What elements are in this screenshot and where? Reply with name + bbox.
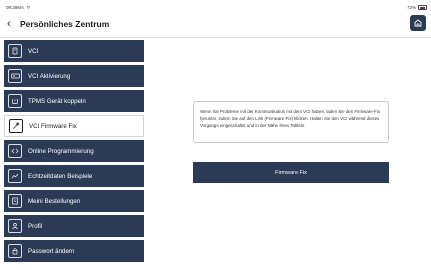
- home-button[interactable]: [410, 15, 426, 31]
- sidebar-item-label: Echtzeitdaten Beispiele: [28, 172, 93, 180]
- sidebar-item-label: Online Programmierung: [28, 147, 94, 155]
- sidebar-item-label: Meini Bestellungen: [28, 197, 81, 205]
- firmware-fix-button[interactable]: Firmware Fix: [193, 162, 389, 183]
- header: ‹ Persönliches Zentrum: [0, 14, 431, 36]
- firmware-info-box: Wenn Sie Probleme mit der Kommunikation …: [193, 101, 389, 143]
- sidebar-item-label: VCI Firmware Fix: [29, 122, 77, 130]
- sidebar-item-profile[interactable]: Profil: [4, 215, 144, 237]
- battery-percentage: 72%: [406, 5, 416, 10]
- sidebar-item-label: Profil: [28, 222, 43, 230]
- sidebar: VCI VCI Aktivierung TPMS Gerät koppeln V…: [4, 40, 144, 265]
- lock-icon: [8, 244, 22, 258]
- tpms-icon: [8, 94, 22, 108]
- vci-device-icon: [8, 44, 22, 58]
- sidebar-item-label: Passwort ändern: [28, 247, 75, 255]
- wifi-icon: ▿: [27, 4, 31, 11]
- sidebar-item-tpms[interactable]: TPMS Gerät koppeln: [4, 90, 144, 112]
- home-icon: [414, 19, 422, 27]
- battery-icon: [418, 5, 427, 10]
- header-divider: [0, 37, 431, 38]
- user-icon: [8, 219, 22, 233]
- sidebar-item-firmware-fix[interactable]: VCI Firmware Fix: [4, 115, 144, 137]
- page-title: Persönliches Zentrum: [20, 19, 110, 29]
- status-bar: 09:39MA ▿ 72%: [0, 0, 431, 14]
- firmware-info-text: Wenn Sie Probleme mit der Kommunikation …: [200, 109, 381, 129]
- orders-icon: [8, 194, 22, 208]
- sidebar-item-label: TPMS Gerät koppeln: [28, 97, 86, 105]
- chart-icon: [8, 169, 22, 183]
- sidebar-item-label: VCI Aktivierung: [28, 72, 71, 80]
- sidebar-item-realtime-data[interactable]: Echtzeitdaten Beispiele: [4, 165, 144, 187]
- sidebar-item-vci[interactable]: VCI: [4, 40, 144, 62]
- wrench-icon: [9, 119, 23, 133]
- status-time: 09:39MA: [6, 5, 25, 10]
- sidebar-item-orders[interactable]: Meini Bestellungen: [4, 190, 144, 212]
- sidebar-item-vci-activation[interactable]: VCI Aktivierung: [4, 65, 144, 87]
- sidebar-item-online-programming[interactable]: Online Programmierung: [4, 140, 144, 162]
- chevron-left-icon[interactable]: ‹: [7, 17, 11, 31]
- vci-activation-icon: [8, 69, 22, 83]
- sidebar-item-label: VCI: [28, 47, 39, 55]
- code-icon: [8, 144, 22, 158]
- sidebar-item-change-password[interactable]: Passwort ändern: [4, 240, 144, 262]
